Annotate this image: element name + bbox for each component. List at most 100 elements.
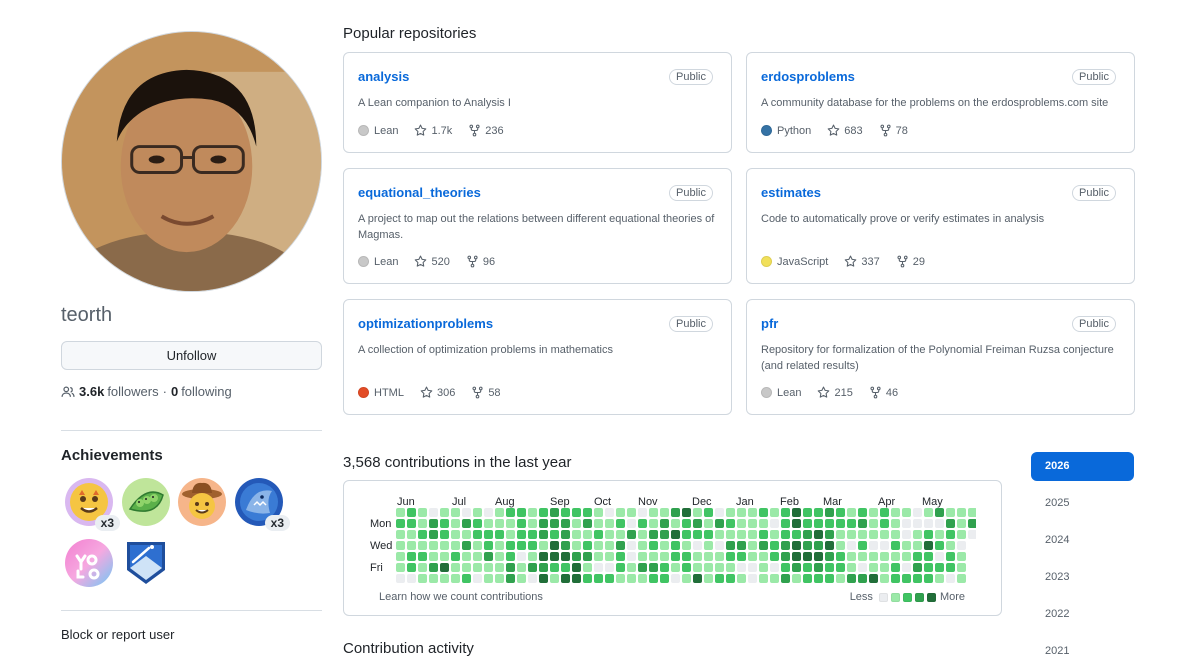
contribution-day[interactable] bbox=[880, 519, 889, 528]
contribution-day[interactable] bbox=[825, 530, 834, 539]
contribution-day[interactable] bbox=[946, 508, 955, 517]
contribution-day[interactable] bbox=[715, 519, 724, 528]
contribution-day[interactable] bbox=[869, 563, 878, 572]
contribution-day[interactable] bbox=[495, 530, 504, 539]
contribution-day[interactable] bbox=[770, 552, 779, 561]
contribution-day[interactable] bbox=[418, 552, 427, 561]
contribution-day[interactable] bbox=[396, 508, 405, 517]
contribution-day[interactable] bbox=[902, 563, 911, 572]
contribution-day[interactable] bbox=[407, 574, 416, 583]
contribution-day[interactable] bbox=[814, 519, 823, 528]
contribution-day[interactable] bbox=[561, 541, 570, 550]
contribution-day[interactable] bbox=[495, 574, 504, 583]
contribution-day[interactable] bbox=[506, 519, 515, 528]
contribution-day[interactable] bbox=[451, 519, 460, 528]
contribution-day[interactable] bbox=[550, 519, 559, 528]
contribution-day[interactable] bbox=[935, 574, 944, 583]
contribution-day[interactable] bbox=[484, 508, 493, 517]
contribution-day[interactable] bbox=[550, 541, 559, 550]
contribution-day[interactable] bbox=[583, 519, 592, 528]
year-2021-button[interactable]: 2021 bbox=[1031, 637, 1134, 666]
contribution-day[interactable] bbox=[715, 541, 724, 550]
contribution-day[interactable] bbox=[880, 552, 889, 561]
repo-name-link[interactable]: equational_theories bbox=[358, 185, 481, 200]
contribution-day[interactable] bbox=[869, 541, 878, 550]
contribution-day[interactable] bbox=[924, 541, 933, 550]
contribution-day[interactable] bbox=[836, 552, 845, 561]
contribution-day[interactable] bbox=[693, 508, 702, 517]
contribution-day[interactable] bbox=[748, 552, 757, 561]
contribution-day[interactable] bbox=[517, 574, 526, 583]
contribution-day[interactable] bbox=[704, 519, 713, 528]
contribution-day[interactable] bbox=[803, 519, 812, 528]
contribution-day[interactable] bbox=[880, 541, 889, 550]
contribution-day[interactable] bbox=[473, 508, 482, 517]
contribution-day[interactable] bbox=[913, 519, 922, 528]
contribution-day[interactable] bbox=[704, 541, 713, 550]
contribution-day[interactable] bbox=[649, 519, 658, 528]
contribution-day[interactable] bbox=[880, 508, 889, 517]
contribution-day[interactable] bbox=[462, 530, 471, 539]
contribution-day[interactable] bbox=[561, 563, 570, 572]
contribution-day[interactable] bbox=[715, 552, 724, 561]
contribution-day[interactable] bbox=[770, 541, 779, 550]
contribution-day[interactable] bbox=[847, 530, 856, 539]
contribution-day[interactable] bbox=[913, 552, 922, 561]
contribution-day[interactable] bbox=[484, 530, 493, 539]
contribution-day[interactable] bbox=[737, 541, 746, 550]
contribution-day[interactable] bbox=[671, 563, 680, 572]
contribution-day[interactable] bbox=[913, 530, 922, 539]
contribution-day[interactable] bbox=[968, 519, 976, 528]
contribution-day[interactable] bbox=[396, 563, 405, 572]
contribution-day[interactable] bbox=[957, 530, 966, 539]
contribution-day[interactable] bbox=[506, 574, 515, 583]
contribution-day[interactable] bbox=[759, 541, 768, 550]
year-2025-button[interactable]: 2025 bbox=[1031, 489, 1134, 518]
contribution-day[interactable] bbox=[649, 563, 658, 572]
contribution-day[interactable] bbox=[638, 541, 647, 550]
contribution-day[interactable] bbox=[869, 552, 878, 561]
contribution-day[interactable] bbox=[660, 541, 669, 550]
contribution-day[interactable] bbox=[748, 519, 757, 528]
contribution-day[interactable] bbox=[902, 574, 911, 583]
contribution-day[interactable] bbox=[715, 574, 724, 583]
contribution-day[interactable] bbox=[803, 552, 812, 561]
contribution-day[interactable] bbox=[528, 563, 537, 572]
unfollow-button[interactable]: Unfollow bbox=[61, 341, 322, 370]
contribution-day[interactable] bbox=[682, 574, 691, 583]
contribution-day[interactable] bbox=[671, 574, 680, 583]
contribution-day[interactable] bbox=[550, 530, 559, 539]
contribution-day[interactable] bbox=[638, 530, 647, 539]
contribution-day[interactable] bbox=[770, 530, 779, 539]
contribution-day[interactable] bbox=[649, 541, 658, 550]
contribution-day[interactable] bbox=[781, 574, 790, 583]
contribution-day[interactable] bbox=[495, 508, 504, 517]
contribution-day[interactable] bbox=[858, 530, 867, 539]
contribution-day[interactable] bbox=[968, 508, 976, 517]
repo-forks-link[interactable]: 236 bbox=[468, 124, 504, 137]
contribution-day[interactable] bbox=[594, 519, 603, 528]
contribution-day[interactable] bbox=[517, 552, 526, 561]
contribution-day[interactable] bbox=[924, 508, 933, 517]
contribution-day[interactable] bbox=[935, 541, 944, 550]
contribution-day[interactable] bbox=[638, 508, 647, 517]
contribution-day[interactable] bbox=[957, 563, 966, 572]
contribution-day[interactable] bbox=[506, 508, 515, 517]
contribution-day[interactable] bbox=[539, 552, 548, 561]
contribution-day[interactable] bbox=[825, 508, 834, 517]
contribution-day[interactable] bbox=[539, 563, 548, 572]
contribution-day[interactable] bbox=[715, 530, 724, 539]
contribution-day[interactable] bbox=[803, 563, 812, 572]
contribution-day[interactable] bbox=[396, 530, 405, 539]
contribution-day[interactable] bbox=[517, 519, 526, 528]
contribution-day[interactable] bbox=[825, 563, 834, 572]
contribution-day[interactable] bbox=[539, 508, 548, 517]
contribution-day[interactable] bbox=[418, 519, 427, 528]
contribution-day[interactable] bbox=[814, 574, 823, 583]
contribution-day[interactable] bbox=[429, 508, 438, 517]
contribution-day[interactable] bbox=[924, 574, 933, 583]
contribution-day[interactable] bbox=[638, 563, 647, 572]
contribution-day[interactable] bbox=[583, 574, 592, 583]
contribution-day[interactable] bbox=[814, 541, 823, 550]
contribution-day[interactable] bbox=[902, 530, 911, 539]
